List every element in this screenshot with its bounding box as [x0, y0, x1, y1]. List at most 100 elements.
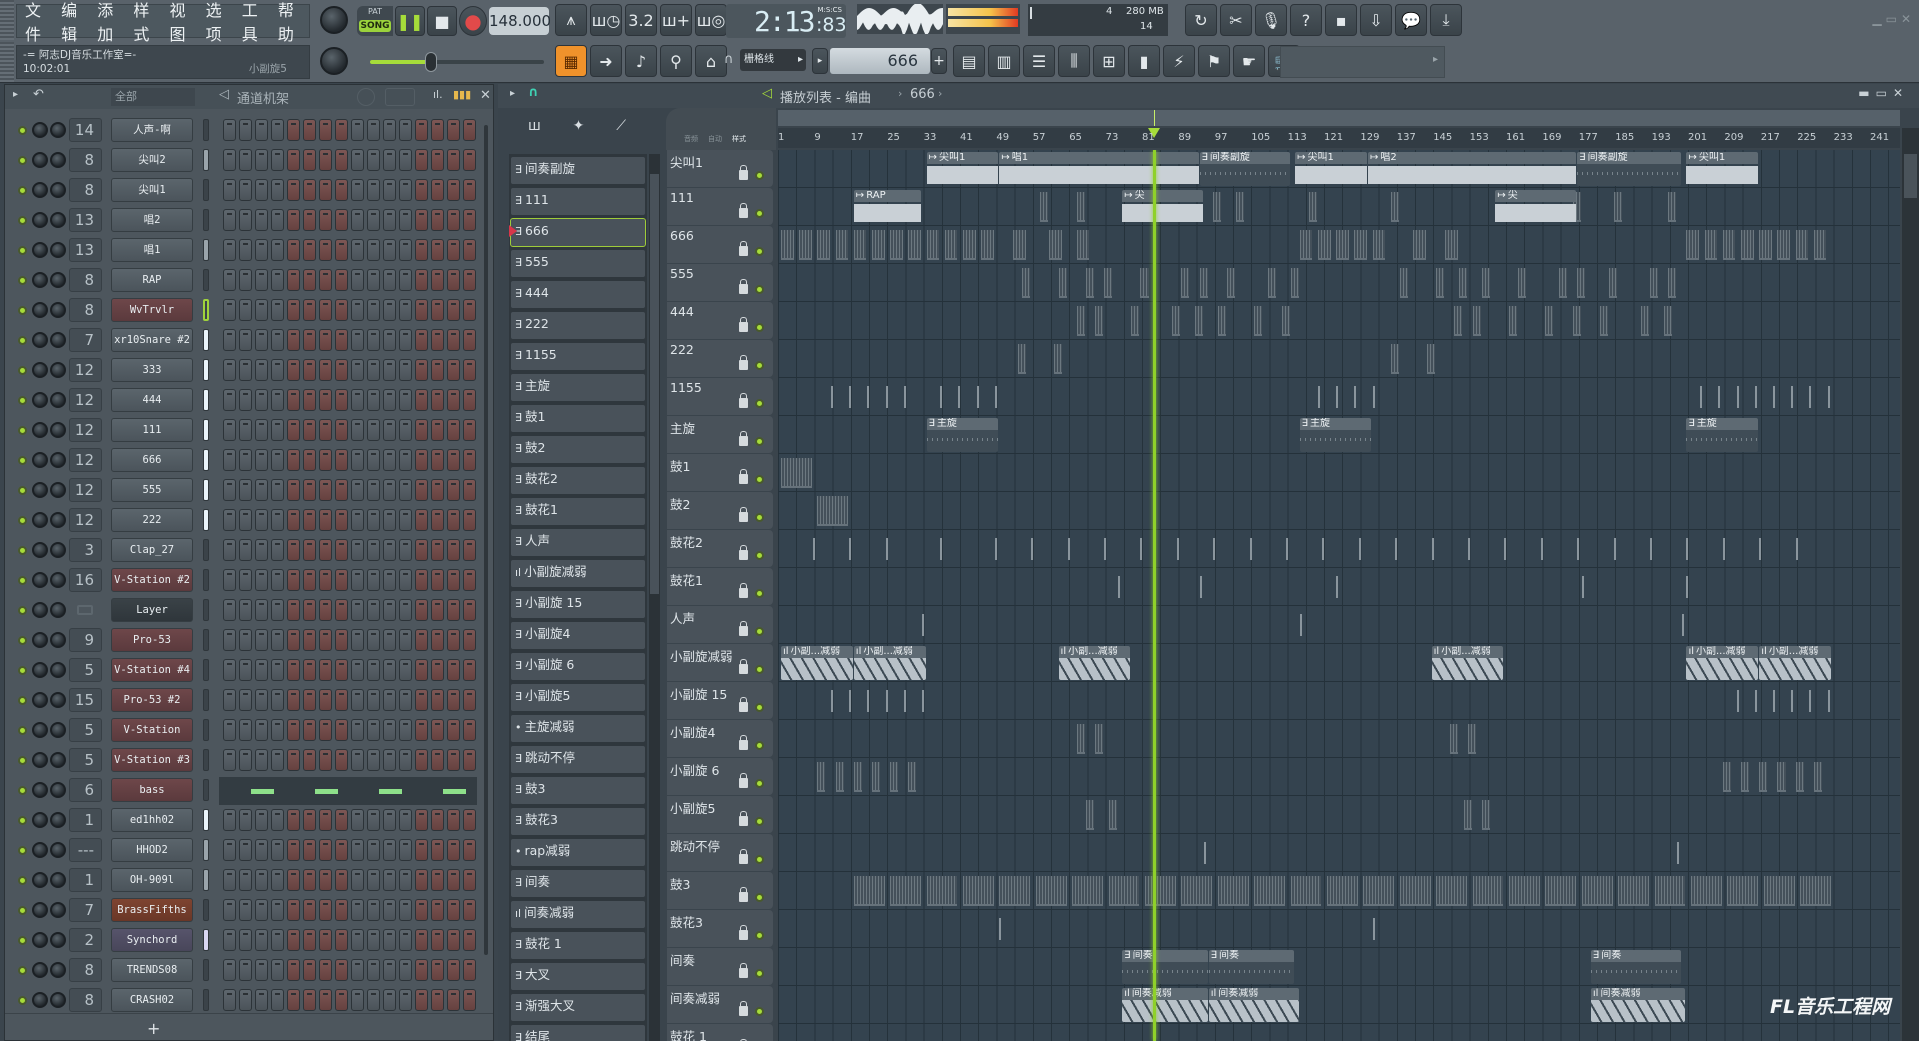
step-button[interactable] [223, 719, 236, 741]
track-enable-led[interactable] [755, 893, 764, 902]
pattern-clip[interactable] [1076, 724, 1085, 754]
save-button[interactable]: ▪ [1325, 4, 1357, 36]
channel-volume-knob[interactable] [32, 542, 48, 558]
pattern-list-item[interactable]: ∃ 鼓花2 [511, 467, 645, 494]
pattern-clip[interactable] [1809, 690, 1812, 712]
channel-mute-led[interactable] [18, 696, 27, 705]
step-button[interactable] [223, 509, 236, 531]
step-button[interactable] [351, 629, 364, 651]
pattern-clip[interactable] [1668, 192, 1677, 222]
lock-icon[interactable] [739, 279, 748, 294]
step-button[interactable] [367, 899, 380, 921]
pattern-clip[interactable] [1741, 230, 1754, 260]
step-button[interactable] [223, 329, 236, 351]
step-button[interactable] [319, 839, 332, 861]
step-button[interactable] [223, 359, 236, 381]
channel-pan-knob[interactable] [50, 932, 66, 948]
step-button[interactable] [351, 479, 364, 501]
pattern-clip[interactable] [1317, 386, 1320, 408]
step-button[interactable] [351, 209, 364, 231]
auto-clip[interactable]: ıl 小副...减弱 [1686, 646, 1759, 680]
step-button[interactable] [415, 209, 428, 231]
step-button[interactable] [415, 539, 428, 561]
track-lane[interactable] [778, 872, 1900, 910]
step-button[interactable] [415, 809, 428, 831]
step-button[interactable] [271, 209, 284, 231]
step-button[interactable] [399, 809, 412, 831]
master-pitch-knob[interactable] [320, 47, 348, 75]
channel-name-button[interactable]: V-Station [111, 718, 193, 742]
step-button[interactable] [271, 989, 284, 1011]
auto-clip[interactable]: ıl 间奏减弱 [1122, 988, 1208, 1022]
step-button[interactable] [239, 659, 252, 681]
step-button[interactable] [255, 119, 268, 141]
step-button[interactable] [447, 239, 460, 261]
track-header[interactable]: 尖叫1 [667, 150, 773, 187]
step-button[interactable] [367, 449, 380, 471]
pattern-clip[interactable] [853, 876, 885, 906]
pattern-clip[interactable] [1800, 876, 1832, 906]
step-button[interactable] [351, 719, 364, 741]
pattern-clip[interactable] [885, 538, 888, 560]
track-lane[interactable] [778, 378, 1900, 416]
pattern-clip[interactable] [1686, 230, 1700, 260]
channel-mute-led[interactable] [18, 666, 27, 675]
step-button[interactable] [255, 449, 268, 471]
step-button[interactable] [239, 239, 252, 261]
picker-tab[interactable]: 音频 [684, 134, 698, 144]
magnet-icon[interactable]: ∩ [528, 85, 539, 100]
pattern-clip[interactable] [1372, 386, 1375, 408]
step-button[interactable] [367, 839, 380, 861]
playlist-button[interactable]: ▤ [953, 45, 985, 77]
playlist-grid[interactable]: ↦ 尖叫1 ↦ 唱1 ∃ 间奏副旋 ↦ 尖叫1 ↦ 唱2 ∃ 间奏副旋 ↦ 尖叫1 ↦ RAP ↦ 尖 ↦ 尖 ∃ 主旋 ∃… [778, 150, 1900, 1041]
step-button[interactable] [271, 269, 284, 291]
hand-button[interactable]: ☛ [1233, 45, 1265, 77]
step-button[interactable] [223, 539, 236, 561]
channel-mute-led[interactable] [18, 336, 27, 345]
channel-mute-led[interactable] [18, 366, 27, 375]
step-button[interactable] [271, 449, 284, 471]
pattern-clip[interactable] [1058, 268, 1067, 298]
pattern-clip[interactable] [1795, 538, 1798, 560]
step-button[interactable] [271, 749, 284, 771]
close-icon[interactable]: ✕ [480, 88, 491, 103]
lock-icon[interactable] [739, 773, 748, 788]
step-button[interactable] [255, 389, 268, 411]
step-button[interactable] [367, 959, 380, 981]
channel-pan-knob[interactable] [50, 872, 66, 888]
playlist-overview-scrollbar[interactable] [778, 110, 1900, 126]
pattern-clip[interactable] [1481, 800, 1490, 830]
channel-mute-led[interactable] [18, 786, 27, 795]
pattern-clip[interactable] [885, 690, 888, 712]
step-button[interactable] [383, 449, 396, 471]
step-button[interactable] [399, 419, 412, 441]
pattern-clip[interactable] [1085, 268, 1094, 298]
step-button[interactable] [287, 419, 300, 441]
step-button[interactable] [319, 869, 332, 891]
step-button[interactable] [399, 509, 412, 531]
step-button[interactable] [463, 329, 476, 351]
pattern-clip[interactable] [1181, 268, 1190, 298]
mixer-track-number[interactable]: 12 [69, 478, 102, 502]
lock-icon[interactable] [739, 165, 748, 180]
step-button[interactable] [367, 509, 380, 531]
pattern-clip[interactable] [781, 230, 794, 260]
pattern-clip[interactable] [849, 690, 852, 712]
step-button[interactable] [463, 989, 476, 1011]
step-button[interactable] [303, 299, 316, 321]
pattern-clip[interactable] [1759, 762, 1768, 792]
pattern-clip[interactable] [1545, 876, 1577, 906]
channel-select-indicator[interactable] [203, 689, 209, 711]
pattern-clip[interactable] [1390, 192, 1399, 222]
step-button[interactable] [271, 509, 284, 531]
track-lane[interactable] [778, 720, 1900, 758]
mixer-track-number[interactable]: 8 [69, 298, 102, 322]
step-button[interactable] [255, 179, 268, 201]
track-enable-led[interactable] [755, 513, 764, 522]
step-button[interactable] [383, 719, 396, 741]
pattern-clip[interactable] [976, 386, 979, 408]
lock-icon[interactable] [739, 583, 748, 598]
step-button[interactable] [287, 479, 300, 501]
step-button[interactable] [431, 209, 444, 231]
pattern-list-item[interactable]: ∃ 主旋 [511, 374, 645, 401]
